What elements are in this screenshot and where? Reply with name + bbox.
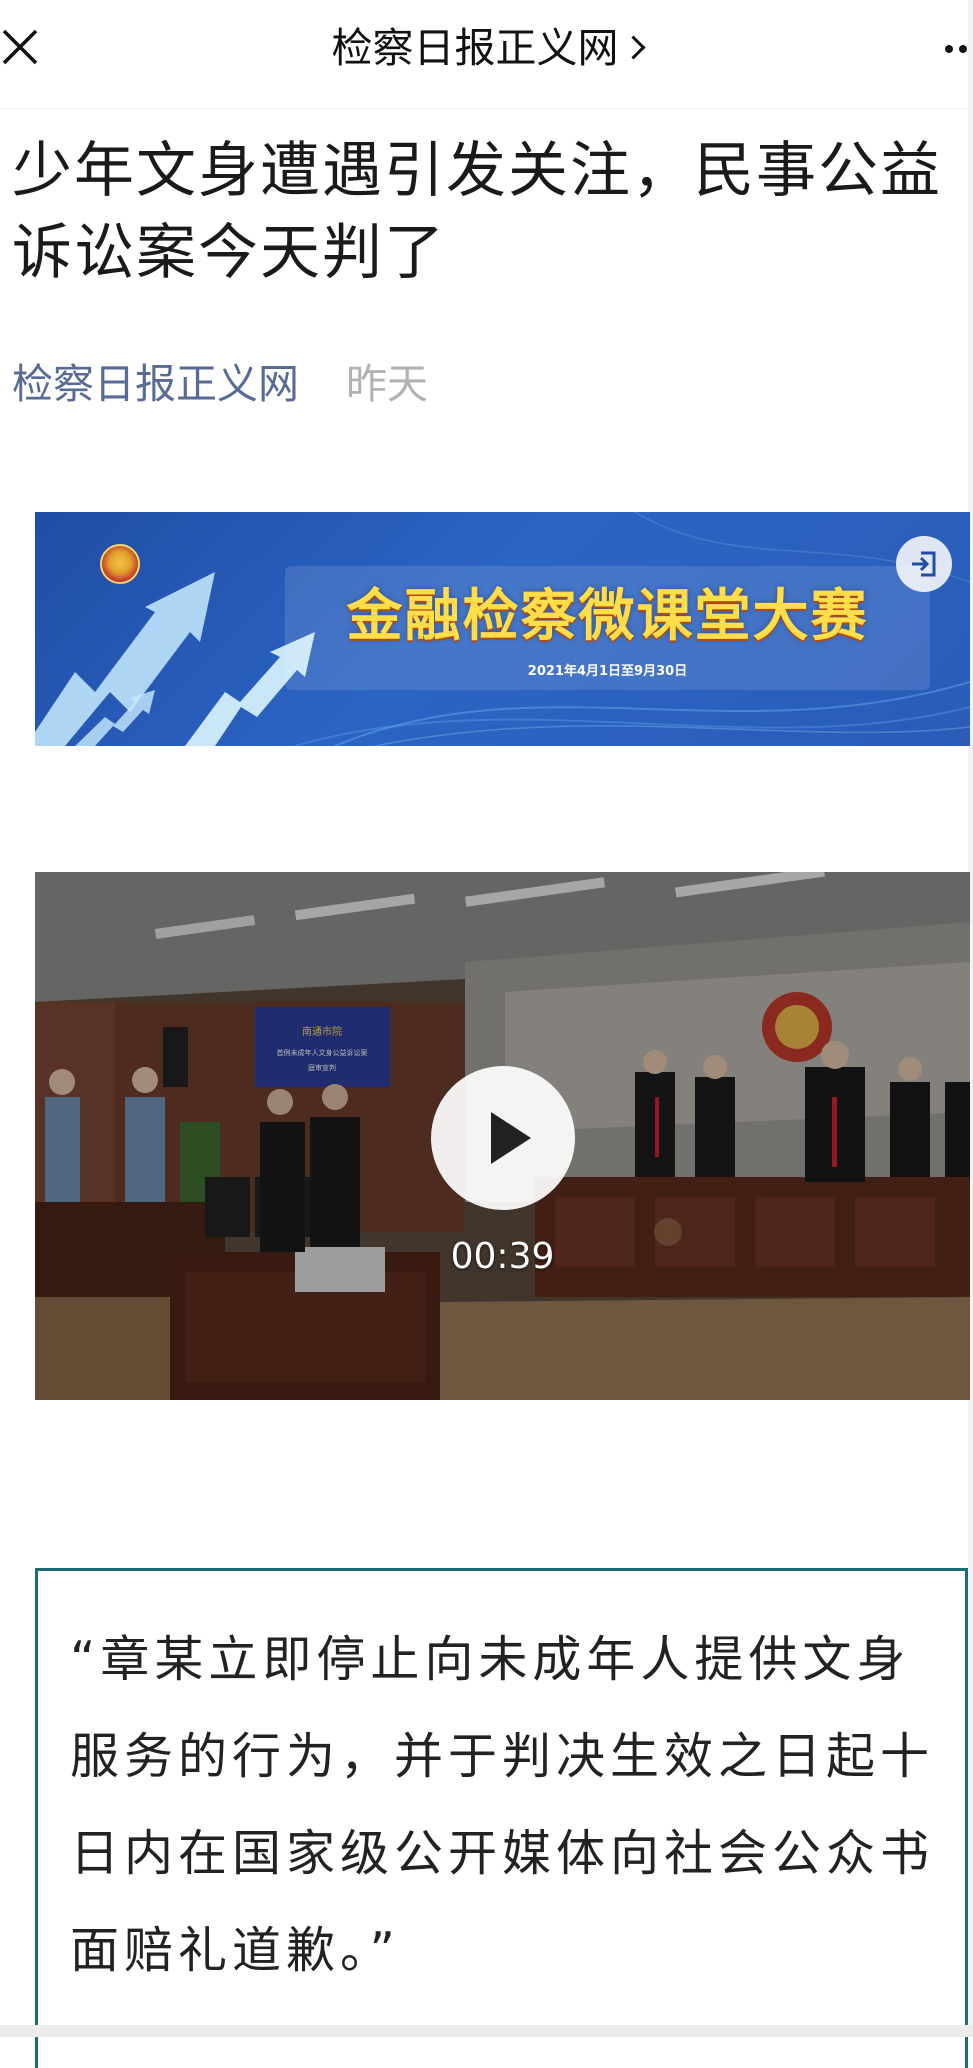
article-headline: 少年文身遭遇引发关注，民事公益诉讼案今天判了 [12, 136, 942, 288]
banner-title: 金融检察微课堂大赛 [346, 584, 869, 649]
top-nav-bar: 检察日报正义网 [0, 0, 973, 109]
exit-button[interactable] [896, 536, 952, 592]
exit-icon [912, 551, 936, 577]
bottom-edge [0, 2025, 973, 2037]
growth-arrows-icon [35, 572, 315, 746]
banner-title-box: 金融检察微课堂大赛 2021年4月1日至9月30日 [285, 566, 930, 690]
quote-box: “章某立即停止向未成年人提供文身服务的行为，并于判决生效之日起十日内在国家级公开… [35, 1568, 968, 2068]
video-duration: 00:39 [450, 1236, 555, 1277]
nav-title[interactable]: 检察日报正义网 [0, 18, 973, 78]
article-source-link[interactable]: 检察日报正义网 [12, 360, 299, 408]
quote-text: “章某立即停止向未成年人提供文身服务的行为，并于判决生效之日起十日内在国家级公开… [70, 1631, 935, 1979]
article-date: 昨天 [346, 360, 429, 408]
nav-title-text[interactable]: 检察日报正义网 [332, 24, 619, 72]
article-meta: 检察日报正义网 昨天 [12, 358, 428, 410]
banner-date-range: 2021年4月1日至9月30日 [527, 664, 688, 679]
chevron-right-icon [620, 35, 646, 60]
promo-banner[interactable]: 金融检察微课堂大赛 2021年4月1日至9月30日 [35, 512, 970, 746]
play-icon[interactable] [431, 1066, 575, 1210]
video-player[interactable]: 南通市院 首例未成年人文身公益诉讼案 庭审宣判 [35, 872, 970, 1400]
